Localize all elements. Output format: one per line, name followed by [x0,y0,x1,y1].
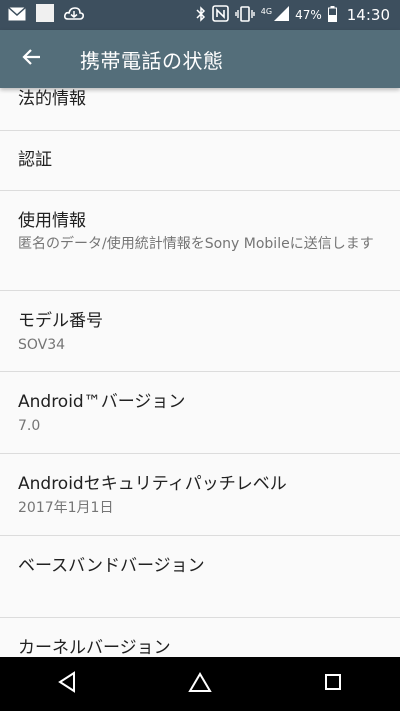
list-item-kernel[interactable]: カーネルバージョン [0,618,400,657]
list-item-baseband[interactable]: ベースバンドバージョン [0,536,400,618]
home-icon [188,671,212,697]
status-bar: 4G 47% 14:30 [0,0,400,30]
item-value: 7.0 [18,418,41,434]
battery-percentage: 47% [295,8,322,22]
nav-home-button[interactable] [170,657,230,711]
network-type-label: 4G [260,6,273,16]
list-item-model[interactable]: モデル番号 SOV34 [0,291,400,372]
item-title: ベースバンドバージョン [18,556,205,576]
item-title: モデル番号 [18,311,103,331]
list-item-certification[interactable]: 認証 [0,131,400,191]
recents-icon [324,673,342,695]
item-title: カーネルバージョン [18,638,171,657]
image-icon [36,4,54,26]
item-subtitle: 匿名のデータ/使用統計情報をSony Mobileに送信します [18,236,374,252]
battery-icon [327,5,337,25]
list-item-android-version[interactable]: Android™バージョン 7.0 [0,372,400,454]
arrow-back-icon [21,48,41,70]
settings-list[interactable]: 法的情報 認証 使用情報 匿名のデータ/使用統計情報をSony Mobileに送… [0,88,400,657]
app-bar: 携帯電話の状態 [0,30,400,88]
nav-recents-button[interactable] [303,657,363,711]
signal-icon [274,6,290,24]
back-triangle-icon [57,671,77,697]
item-title: Android™バージョン [18,392,186,412]
list-item-usage[interactable]: 使用情報 匿名のデータ/使用統計情報をSony Mobileに送信します [0,191,400,291]
list-item-security-patch[interactable]: Androidセキュリティパッチレベル 2017年1月1日 [0,454,400,536]
navigation-bar [0,657,400,711]
item-title: 認証 [18,150,52,170]
item-title: Androidセキュリティパッチレベル [18,474,287,494]
page-title: 携帯電話の状態 [80,48,224,73]
cloud-download-icon [64,5,84,25]
item-value: 2017年1月1日 [18,500,114,516]
item-title: 使用情報 [18,211,86,231]
item-title: 法的情報 [18,89,86,109]
nfc-icon [211,5,229,25]
nav-back-button[interactable] [37,657,97,711]
bluetooth-icon [196,5,206,25]
back-button[interactable] [0,30,62,88]
item-value: SOV34 [18,337,66,353]
mail-icon [8,6,26,25]
clock: 14:30 [346,6,390,24]
vibrate-icon [235,5,255,25]
list-item-legal[interactable]: 法的情報 [0,88,400,131]
